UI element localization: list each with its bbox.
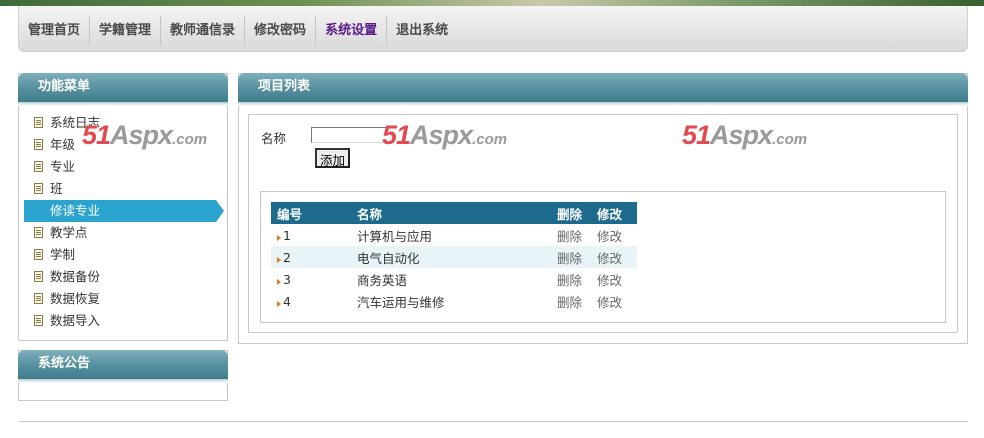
arrow-icon (277, 234, 281, 241)
column-header-edit: 修改 (591, 202, 637, 224)
nav-item-system-settings[interactable]: 系统设置 (316, 16, 388, 46)
main-nav: 管理首页 学籍管理 教师通信录 修改密码 系统设置 退出系统 (19, 16, 457, 46)
document-icon (34, 315, 43, 326)
menu-item-label: 班 (50, 181, 63, 196)
document-icon (34, 139, 43, 150)
row-id-cell: 3 (271, 268, 351, 290)
delete-link[interactable]: 删除 (551, 290, 591, 312)
menu-item-data-restore[interactable]: 数据恢复 (24, 288, 224, 310)
menu-item-major[interactable]: 专业 (24, 156, 224, 178)
name-label: 名称 (261, 131, 287, 146)
top-nav-bar: 管理首页 学籍管理 教师通信录 修改密码 系统设置 退出系统 (18, 6, 968, 52)
row-id: 1 (283, 227, 291, 243)
menu-item-data-backup[interactable]: 数据备份 (24, 266, 224, 288)
row-id: 2 (283, 249, 291, 265)
menu-item-school-system[interactable]: 学制 (24, 244, 224, 266)
nav-item-student-records[interactable]: 学籍管理 (90, 16, 162, 46)
edit-link[interactable]: 修改 (591, 246, 637, 268)
add-button[interactable]: 添加 (315, 148, 351, 168)
document-icon (34, 249, 43, 260)
project-list-content: 名称 添加 编号 名称 删除 修改 1 计算机与应用 删除 修改 2 电气自动化… (248, 114, 958, 333)
watermark-logo: 51Aspx.com (682, 120, 808, 150)
table-row: 1 计算机与应用 删除 修改 (271, 224, 637, 246)
edit-link[interactable]: 修改 (591, 268, 637, 290)
system-notice-panel: 系统公告 (18, 350, 228, 401)
table-row: 3 商务英语 删除 修改 (271, 268, 637, 290)
nav-item-home[interactable]: 管理首页 (19, 16, 91, 46)
nav-item-change-password[interactable]: 修改密码 (245, 16, 317, 46)
edit-link[interactable]: 修改 (591, 290, 637, 312)
menu-item-label: 数据恢复 (50, 291, 101, 306)
row-id: 3 (283, 271, 291, 287)
delete-link[interactable]: 删除 (551, 268, 591, 290)
row-id-cell: 4 (271, 290, 351, 312)
document-icon (34, 183, 43, 194)
delete-link[interactable]: 删除 (551, 246, 591, 268)
row-name: 电气自动化 (351, 246, 551, 268)
column-header-id: 编号 (271, 202, 351, 224)
document-icon (34, 227, 43, 238)
project-list-panel: 项目列表 名称 添加 编号 名称 删除 修改 1 计算机与应用 删除 修改 2 … (238, 73, 968, 344)
document-icon (34, 293, 43, 304)
column-header-delete: 删除 (551, 202, 591, 224)
edit-link[interactable]: 修改 (591, 224, 637, 246)
document-icon (34, 161, 43, 172)
name-input[interactable] (311, 127, 391, 143)
table-row: 4 汽车运用与维修 删除 修改 (271, 290, 637, 312)
watermark-logo: 51Aspx.com (82, 120, 208, 150)
column-header-name: 名称 (351, 202, 551, 224)
nav-item-teacher-directory[interactable]: 教师通信录 (161, 16, 246, 46)
menu-item-label: 数据备份 (50, 269, 101, 284)
row-name: 汽车运用与维修 (357, 294, 445, 310)
arrow-icon (277, 256, 281, 263)
project-list-title: 项目列表 (238, 73, 968, 106)
menu-item-label: 专业 (50, 159, 76, 174)
menu-item-label: 教学点 (50, 225, 88, 240)
row-id-cell: 1 (271, 224, 351, 246)
arrow-icon (277, 300, 281, 307)
menu-item-label: 修读专业 (50, 203, 101, 218)
function-menu-title: 功能菜单 (18, 73, 228, 106)
table-row: 2 电气自动化 删除 修改 (271, 246, 637, 268)
system-notice-title: 系统公告 (18, 350, 228, 383)
menu-item-class[interactable]: 班 (24, 178, 224, 200)
project-table-container: 编号 名称 删除 修改 1 计算机与应用 删除 修改 2 电气自动化 删除 修改… (260, 191, 946, 323)
menu-item-teaching-site[interactable]: 教学点 (24, 222, 224, 244)
menu-item-label: 数据导入 (50, 313, 101, 328)
watermark-logo: 51Aspx.com (382, 120, 508, 150)
document-icon (34, 271, 43, 282)
delete-link[interactable]: 删除 (551, 224, 591, 246)
menu-item-study-major[interactable]: 修读专业 (24, 200, 224, 222)
function-menu-panel: 功能菜单 系统日志 年级 专业 班 修读专业 教学点 学制 数据备份 数据恢复 … (18, 73, 228, 341)
menu-item-label: 年级 (50, 137, 76, 152)
row-name: 商务英语 (357, 272, 408, 288)
footer-divider (18, 421, 968, 422)
row-name: 计算机与应用 (357, 228, 433, 244)
table-header-row: 编号 名称 删除 修改 (271, 202, 637, 224)
menu-item-label: 学制 (50, 247, 76, 262)
nav-item-logout[interactable]: 退出系统 (387, 16, 457, 46)
row-id-cell: 2 (271, 246, 351, 268)
menu-item-data-import[interactable]: 数据导入 (24, 310, 224, 332)
document-icon (34, 117, 43, 128)
project-table: 编号 名称 删除 修改 1 计算机与应用 删除 修改 2 电气自动化 删除 修改… (271, 202, 637, 312)
arrow-icon (277, 278, 281, 285)
row-id: 4 (283, 293, 291, 309)
